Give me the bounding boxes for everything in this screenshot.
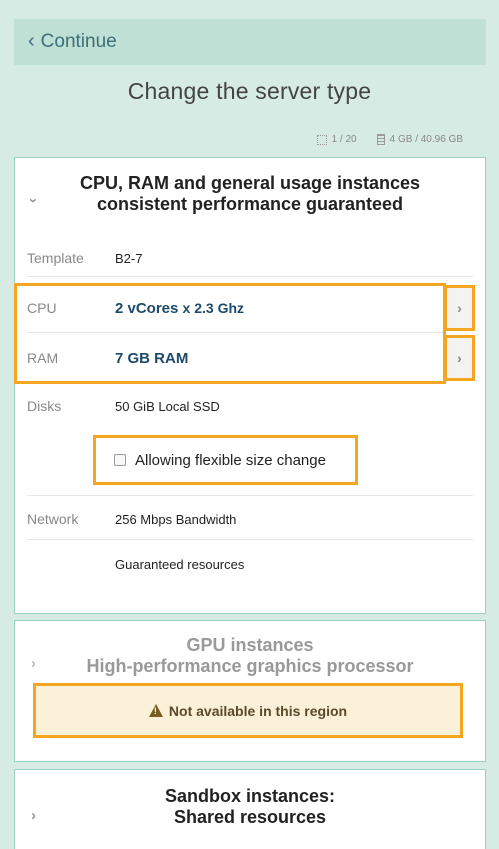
cpu-value: 2 vCores x 2.3 Ghz [115, 299, 245, 317]
chevron-right-icon: › [457, 350, 462, 366]
general-title-line2: consistent performance guaranteed [96, 194, 404, 214]
sandbox-instances-card: › Sandbox instances: Shared resources [14, 769, 486, 849]
chevron-left-icon: ‹ [28, 29, 35, 52]
general-instances-card: › CPU, RAM and general usage instances c… [14, 157, 486, 614]
guaranteed-value: Guaranteed resources [115, 556, 245, 572]
flexible-size-label: Allowing flexible size change [135, 451, 326, 469]
continue-button[interactable]: ‹ Continue [14, 19, 486, 65]
gpu-title-line2: High-performance graphics processor [86, 656, 414, 676]
ram-edit-button[interactable]: › [444, 335, 475, 381]
instance-quota: 1 / 20 [331, 134, 357, 145]
cpu-row[interactable]: CPU 2 vCores x 2.3 Ghz [15, 296, 485, 320]
gpu-card-title[interactable]: GPU instances High-performance graphics … [15, 635, 485, 677]
sandbox-card-title[interactable]: Sandbox instances: Shared resources [15, 786, 485, 828]
flexible-size-checkbox[interactable] [114, 454, 126, 466]
ram-row[interactable]: RAM 7 GB RAM [15, 346, 485, 370]
gpu-title-line1: GPU instances [186, 635, 314, 655]
network-row: Network 256 Mbps Bandwidth [15, 509, 485, 529]
disks-label: Disks [27, 398, 62, 414]
continue-label: Continue [40, 31, 117, 52]
general-title-line1: CPU, RAM and general usage instances [79, 173, 421, 193]
page-title: Change the server type [127, 78, 372, 104]
network-label: Network [27, 511, 79, 527]
ram-label: RAM [27, 350, 59, 366]
ram-value: 7 GB RAM [115, 349, 189, 367]
chevron-right-icon: › [457, 300, 462, 316]
flexible-size-option[interactable]: Allowing flexible size change [93, 435, 358, 485]
sandbox-title-line1: Sandbox instances: [164, 786, 336, 806]
template-value: B2-7 [115, 250, 143, 266]
quota-summary: 1 / 20 4 GB / 40.96 GB [316, 134, 463, 145]
gpu-instances-card: › GPU instances High-performance graphic… [14, 620, 486, 762]
memory-icon [376, 134, 385, 145]
cpu-edit-button[interactable]: › [444, 285, 475, 331]
sandbox-title-line2: Shared resources [173, 807, 327, 827]
cpu-chip-icon [316, 134, 327, 145]
guaranteed-row: Guaranteed resources [15, 554, 485, 574]
template-label: Template [27, 250, 84, 266]
memory-quota: 4 GB / 40.96 GB [389, 134, 463, 145]
network-value: 256 Mbps Bandwidth [115, 511, 237, 527]
unavailable-text: Not available in this region [168, 702, 348, 719]
warning-icon [148, 704, 163, 717]
template-row: Template B2-7 [15, 248, 485, 268]
disks-value: 50 GiB Local SSD [115, 398, 220, 414]
general-card-title[interactable]: CPU, RAM and general usage instances con… [15, 173, 485, 215]
cpu-label: CPU [27, 300, 57, 316]
disks-row: Disks 50 GiB Local SSD [15, 396, 485, 416]
unavailable-notice: Not available in this region [33, 683, 463, 738]
